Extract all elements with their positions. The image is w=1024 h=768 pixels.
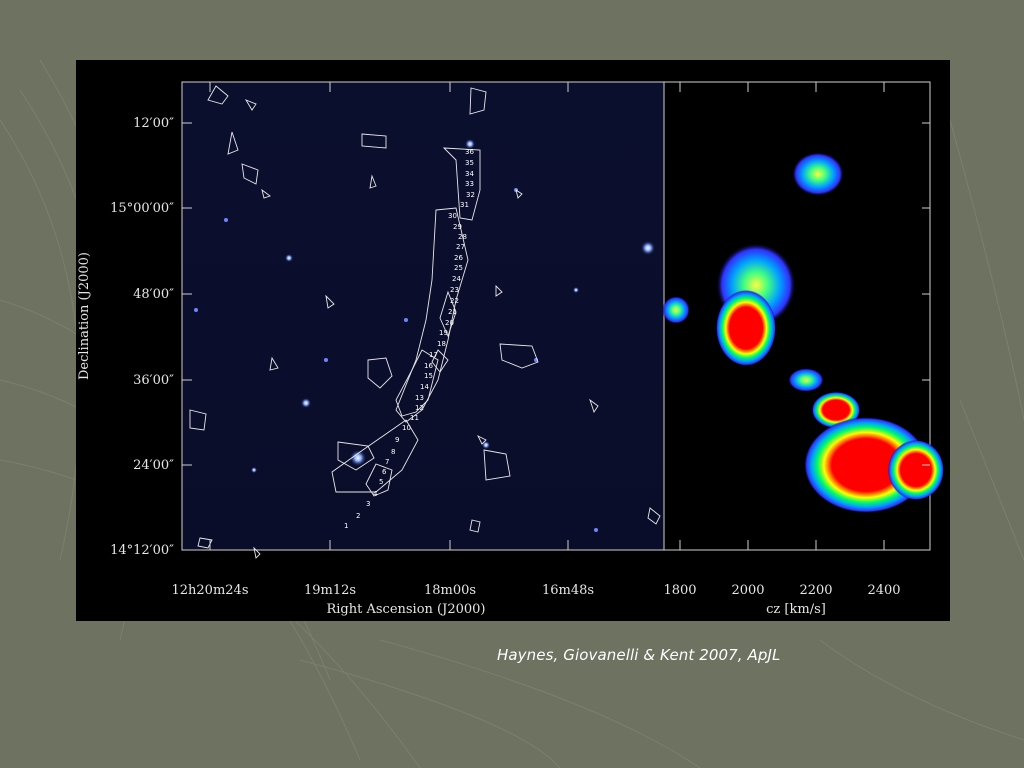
svg-text:24: 24 <box>452 275 461 283</box>
svg-text:35: 35 <box>465 159 474 167</box>
y-tick-label: 12′00″ <box>133 116 174 131</box>
svg-text:6: 6 <box>382 468 387 476</box>
cz-tick-label: 2000 <box>731 583 764 598</box>
cz-tick-label: 1800 <box>663 583 696 598</box>
svg-text:31: 31 <box>460 201 469 209</box>
svg-text:2: 2 <box>356 512 360 520</box>
svg-text:22: 22 <box>450 297 459 305</box>
svg-text:29: 29 <box>453 223 462 231</box>
svg-text:5: 5 <box>379 478 383 486</box>
y-tick-label: 48′00″ <box>133 287 174 302</box>
svg-text:32: 32 <box>466 191 475 199</box>
optical-image-panel <box>181 81 665 551</box>
svg-text:14: 14 <box>420 383 429 391</box>
svg-text:28: 28 <box>458 233 467 241</box>
y-tick-label: 15°00′00″ <box>110 201 174 216</box>
svg-text:3: 3 <box>366 500 370 508</box>
y-tick-label: 24′00″ <box>133 458 174 473</box>
svg-text:23: 23 <box>450 286 459 294</box>
svg-text:7: 7 <box>385 458 389 466</box>
svg-text:33: 33 <box>465 180 474 188</box>
svg-text:26: 26 <box>454 254 463 262</box>
svg-text:16: 16 <box>424 362 433 370</box>
sky-map-figure: 1 2 3 4 5 6 7 8 9 10 11 12 13 14 15 16 1… <box>76 60 950 621</box>
svg-text:17: 17 <box>429 351 438 359</box>
svg-text:11: 11 <box>410 414 419 422</box>
svg-text:30: 30 <box>448 212 457 220</box>
svg-text:25: 25 <box>454 264 463 272</box>
svg-text:9: 9 <box>395 436 399 444</box>
svg-text:8: 8 <box>391 448 395 456</box>
x-tick-label: 19m12s <box>304 583 356 598</box>
svg-text:27: 27 <box>456 243 465 251</box>
y-axis-label: Declination (J2000) <box>77 252 92 380</box>
x-tick-label: 16m48s <box>542 583 594 598</box>
svg-text:15: 15 <box>424 372 433 380</box>
svg-text:1: 1 <box>344 522 348 530</box>
y-tick-label: 36′00″ <box>133 373 174 388</box>
svg-text:36: 36 <box>465 148 474 156</box>
svg-text:4: 4 <box>373 490 378 498</box>
svg-text:19: 19 <box>439 329 448 337</box>
svg-text:18: 18 <box>437 340 446 348</box>
svg-text:21: 21 <box>448 308 457 316</box>
svg-text:12: 12 <box>415 404 424 412</box>
x-tick-label: 18m00s <box>424 583 476 598</box>
svg-text:34: 34 <box>465 170 474 178</box>
svg-text:13: 13 <box>415 394 424 402</box>
svg-text:10: 10 <box>402 424 411 432</box>
x-axis-label-cz: cz [km/s] <box>766 602 826 617</box>
svg-text:20: 20 <box>445 319 454 327</box>
cz-tick-label: 2400 <box>867 583 900 598</box>
x-tick-label: 12h20m24s <box>172 583 249 598</box>
cz-tick-label: 2200 <box>799 583 832 598</box>
y-tick-label: 14°12′00″ <box>110 543 174 558</box>
figure-citation: Haynes, Giovanelli & Kent 2007, ApJL <box>497 646 781 664</box>
x-axis-label-ra: Right Ascension (J2000) <box>326 602 485 617</box>
